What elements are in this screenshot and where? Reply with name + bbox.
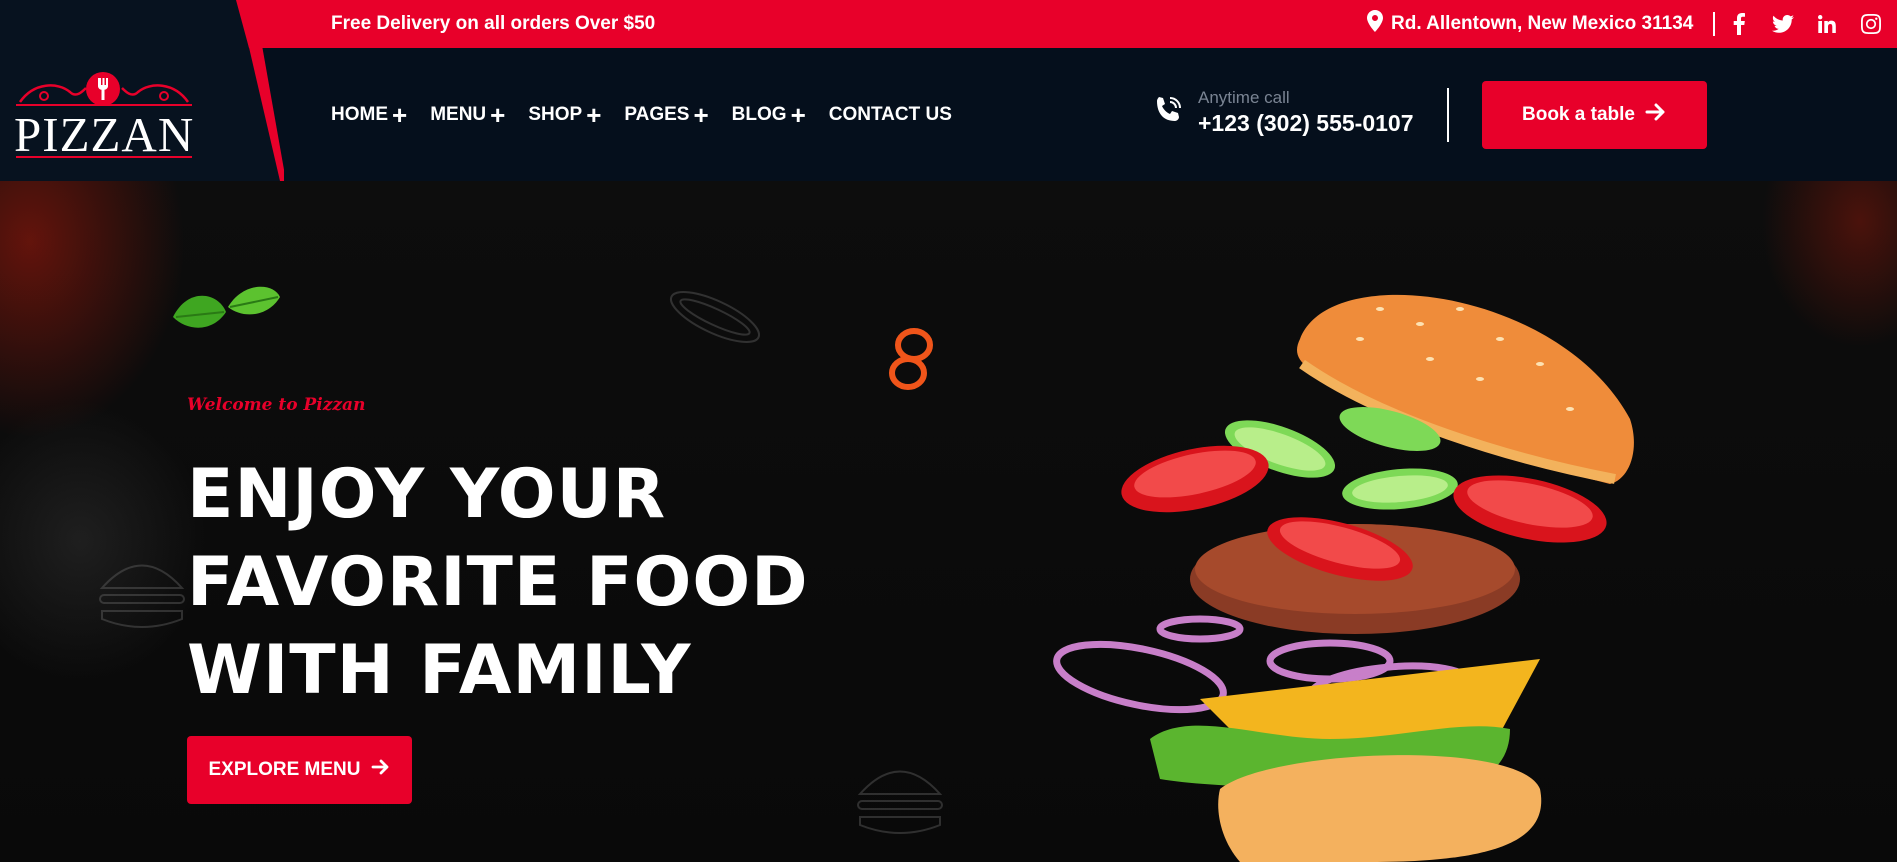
plus-icon: + (790, 99, 806, 130)
hero-headline: ENJOY YOUR FAVORITE FOOD WITH FAMILY (187, 451, 827, 715)
logo[interactable]: PIZZAN (14, 72, 195, 162)
nav-label: MENU (430, 103, 487, 125)
headline-line: ENJOY YOUR (187, 455, 667, 534)
divider (1447, 88, 1449, 142)
plus-icon: + (586, 99, 602, 130)
address-text: Rd. Allentown, New Mexico 31134 (1391, 13, 1694, 34)
nav-label: CONTACT US (828, 103, 952, 125)
plus-icon: + (392, 99, 408, 130)
nav-label: PAGES (624, 103, 690, 125)
headline-line: FAVORITE FOOD (187, 543, 809, 622)
nav-label: HOME (331, 103, 388, 125)
pepper-slice-image (889, 328, 933, 390)
call-label: Anytime call (1198, 88, 1290, 107)
logo-rule (16, 156, 192, 158)
book-table-button[interactable]: Book a table (1482, 81, 1707, 149)
divider (1713, 12, 1715, 36)
nav-item-shop[interactable]: SHOP + (528, 102, 601, 128)
arrow-right-icon (371, 758, 391, 782)
social-links (1728, 0, 1882, 48)
hotdog-outline-icon (669, 291, 761, 343)
plus-icon: + (693, 99, 709, 130)
headline-line: WITH FAMILY (187, 631, 692, 710)
facebook-icon[interactable] (1728, 13, 1750, 35)
nav-label: BLOG (731, 103, 787, 125)
hero-eyebrow: Welcome to Pizzan (187, 395, 366, 415)
call-block[interactable]: Anytime call +123 (302) 555-0107 (1152, 88, 1413, 137)
burger-outline-icon (857, 770, 943, 834)
nav-item-home[interactable]: HOME + (331, 102, 407, 128)
burger-illustration (1053, 294, 1634, 862)
basil-leaf-image (173, 286, 280, 328)
burger-outline-icon (99, 564, 185, 628)
nav-label: SHOP (528, 103, 583, 125)
map-pin-icon (1367, 10, 1383, 38)
address[interactable]: Rd. Allentown, New Mexico 31134 (1367, 0, 1693, 48)
book-table-label: Book a table (1522, 104, 1635, 125)
linkedin-icon[interactable] (1816, 13, 1838, 35)
explore-menu-label: EXPLORE MENU (208, 759, 361, 780)
brand-name: PIZZAN (14, 107, 195, 162)
nav-item-contact[interactable]: CONTACT US (829, 104, 952, 126)
plus-icon: + (490, 99, 506, 130)
promo-text: Free Delivery on all orders Over $50 (331, 13, 656, 34)
top-bar: Free Delivery on all orders Over $50 Rd.… (0, 0, 1897, 48)
arrow-right-icon (1645, 103, 1667, 127)
phone-number[interactable]: +123 (302) 555-0107 (1198, 110, 1413, 137)
explore-menu-button[interactable]: EXPLORE MENU (187, 736, 412, 804)
nav-item-menu[interactable]: MENU + (430, 102, 505, 128)
nav-item-blog[interactable]: BLOG + (732, 102, 806, 128)
hero-section: Welcome to Pizzan ENJOY YOUR FAVORITE FO… (0, 181, 1897, 862)
main-nav: HOME + MENU + SHOP + PAGES + BLOG + CONTACT U… (331, 48, 975, 181)
instagram-icon[interactable] (1860, 13, 1882, 35)
twitter-icon[interactable] (1772, 13, 1794, 35)
nav-item-pages[interactable]: PAGES + (624, 102, 708, 128)
phone-icon (1152, 94, 1184, 131)
fork-icon (86, 72, 120, 106)
